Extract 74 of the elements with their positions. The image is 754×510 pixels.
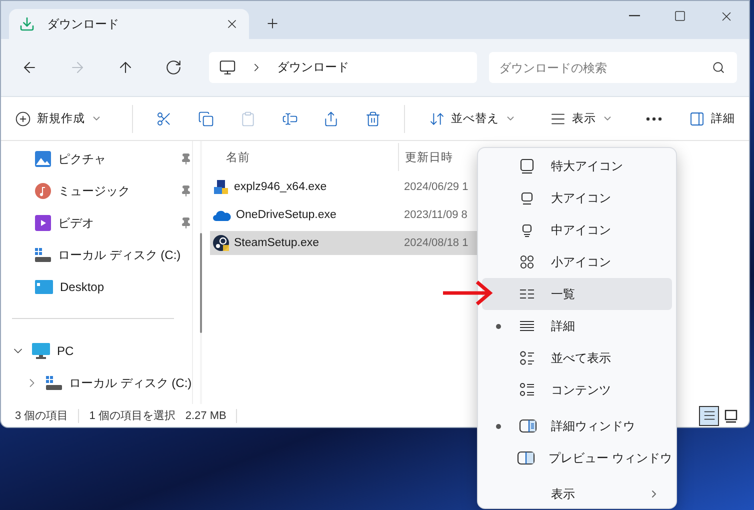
drive-icon: [46, 376, 62, 390]
modified-date: 2023/11/09 8: [403, 209, 468, 221]
small-icons-icon: [519, 254, 535, 270]
details-pane-button[interactable]: 詳細: [685, 106, 740, 130]
menu-item[interactable]: 一覧: [482, 278, 672, 310]
content-icon: [519, 382, 535, 398]
preview-pane-icon: [516, 450, 535, 466]
menu-item[interactable]: コンテンツ: [482, 374, 672, 406]
menu-item[interactable]: 表示: [482, 478, 672, 510]
selection-size: 2.27 MB: [185, 410, 226, 422]
toolbar-menu-button[interactable]: 新規作成: [11, 106, 106, 130]
new-tab-icon[interactable]: [265, 16, 280, 31]
sidebar-item[interactable]: ローカル ディスク (C:): [69, 374, 192, 392]
window-tab[interactable]: ダウンロード: [9, 9, 249, 39]
clipboard-icon: [240, 110, 256, 126]
installer-icon: [213, 179, 229, 195]
scissors-icon: [156, 110, 172, 126]
search-icon: [712, 61, 725, 74]
more-icon: [646, 116, 662, 120]
minimize-icon: [628, 15, 640, 17]
close-tab-icon[interactable]: [225, 17, 239, 31]
menu-item[interactable]: 詳細ウィンドウ: [482, 410, 672, 442]
menu-item[interactable]: プレビュー ウィンドウ: [482, 442, 672, 474]
details-icon: [519, 318, 535, 334]
menu-item[interactable]: 詳細: [482, 310, 672, 342]
search-field[interactable]: ダウンロードの検索: [489, 52, 737, 83]
sort-icon: [429, 110, 446, 126]
drive-icon: [35, 248, 51, 262]
large-icons-icon: [519, 190, 535, 206]
share-icon: [323, 110, 340, 126]
tab-title: ダウンロード: [47, 16, 120, 32]
plus-circle-icon: [15, 110, 31, 126]
selection-count: 1 個の項目を選択: [89, 409, 176, 423]
thumbnail-icon: [724, 408, 738, 422]
menu-item[interactable]: 並べて表示: [482, 342, 672, 374]
sidebar-item[interactable]: ローカル ディスク (C:): [58, 246, 192, 264]
sidebar-item[interactable]: PC: [57, 344, 192, 358]
file-name: SteamSetup.exe: [234, 237, 320, 249]
file-name: explz946_x64.exe: [234, 181, 327, 193]
maximize-icon: [674, 10, 686, 22]
music-icon: [35, 183, 51, 199]
sidebar-item[interactable]: Desktop: [60, 280, 192, 294]
toolbar-menu-button[interactable]: 並べ替え: [425, 106, 520, 130]
lines-icon: [702, 409, 716, 422]
column-header[interactable]: 名前: [210, 143, 398, 171]
desktop-icon: [35, 280, 53, 294]
trash-icon: [365, 110, 382, 126]
sidebar-item[interactable]: ミュージック: [58, 182, 173, 200]
item-count: 3 個の項目: [15, 409, 68, 423]
computer-icon: [32, 343, 50, 359]
extra-large-icons-icon: [519, 158, 535, 174]
rename-icon: [282, 110, 298, 126]
refresh-icon: [164, 59, 182, 76]
file-name: OneDriveSetup.exe: [236, 209, 336, 221]
panel-icon: [689, 110, 706, 126]
scrollbar-thumb[interactable]: [200, 233, 202, 333]
toolbar-menu-button[interactable]: 表示: [546, 106, 618, 130]
sidebar-item[interactable]: ビデオ: [58, 214, 173, 232]
details-pane-icon: [519, 418, 537, 434]
cloud-icon: [213, 209, 231, 221]
copy-icon: [198, 110, 214, 126]
picture-icon: [35, 151, 51, 167]
sidebar-item[interactable]: ピクチャ: [58, 150, 173, 168]
tiles-icon: [519, 350, 535, 366]
modified-date: 2024/08/18 1: [403, 237, 468, 249]
details-view-button[interactable]: [699, 406, 719, 426]
path-text: ダウンロード: [277, 59, 349, 76]
monitor-icon: [219, 59, 236, 76]
modified-date: 2024/06/29 1: [403, 181, 468, 193]
round-logo-icon: [213, 235, 229, 251]
video-icon: [35, 215, 51, 231]
address-field[interactable]: ダウンロード: [209, 52, 477, 83]
download-icon: [19, 16, 35, 32]
pointer-arrow: [443, 280, 493, 306]
